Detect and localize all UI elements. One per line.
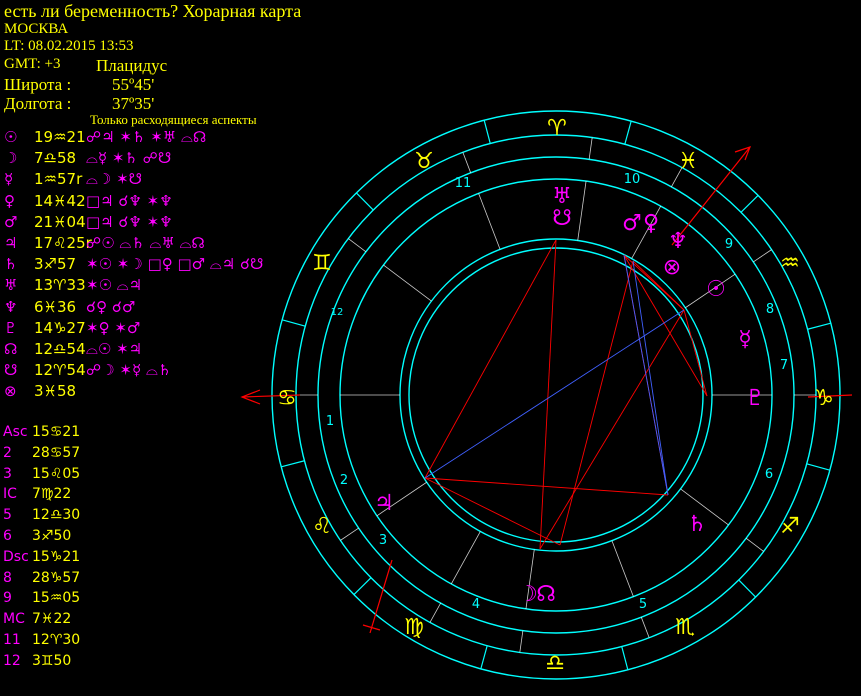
house-number: 6 bbox=[765, 467, 773, 482]
house-cusp-outer bbox=[348, 238, 367, 253]
zodiac-sign-glyph: ♎ bbox=[545, 651, 565, 676]
sign-boundary bbox=[807, 322, 831, 330]
sign-boundary bbox=[480, 645, 488, 670]
zodiac-sign-glyph: ♊ bbox=[312, 251, 332, 276]
aspect-line bbox=[632, 260, 669, 496]
zodiac-sign-glyph: ♐ bbox=[780, 514, 800, 539]
house-cusp-inner bbox=[577, 181, 587, 241]
sign-boundary bbox=[806, 463, 831, 471]
house-number: 5 bbox=[639, 597, 647, 612]
aspect-line bbox=[623, 254, 669, 496]
aspect-line bbox=[424, 239, 557, 479]
sign-boundary bbox=[483, 120, 491, 144]
aspect-line bbox=[559, 260, 634, 546]
zodiac-sign-glyph: ♍ bbox=[404, 615, 424, 640]
house-number: 2 bbox=[340, 473, 348, 488]
house-number: 9 bbox=[725, 237, 733, 252]
sign-boundary bbox=[281, 460, 305, 468]
wheel-planet-glyph: ☊ bbox=[536, 582, 556, 607]
wheel-planet-glyph: ☿ bbox=[738, 327, 752, 352]
house-cusp-inner bbox=[450, 531, 481, 585]
zodiac-sign-glyph: ♋ bbox=[277, 386, 297, 411]
aspect-line bbox=[424, 477, 561, 546]
wheel-planet-glyph: ☽ bbox=[518, 582, 538, 607]
sign-boundary bbox=[624, 120, 632, 145]
house-cusp-outer bbox=[429, 602, 441, 623]
zodiac-sign-glyph: ♏ bbox=[675, 615, 695, 640]
zodiac-sign-glyph: ♉ bbox=[414, 149, 434, 174]
wheel-planet-glyph: ♀ bbox=[643, 211, 659, 236]
wheel-planet-glyph: ♆ bbox=[668, 229, 688, 254]
house-cusp-inner bbox=[611, 540, 634, 597]
aspect-line bbox=[683, 309, 708, 397]
wheel-ring-5 bbox=[399, 238, 713, 552]
zodiac-sign-glyph: ♌ bbox=[312, 514, 332, 539]
house-number: 3 bbox=[379, 533, 387, 548]
ic-axis bbox=[369, 559, 393, 634]
house-cusp-outer bbox=[640, 617, 650, 638]
house-number: 8 bbox=[766, 302, 774, 317]
wheel-planet-glyph: ♄ bbox=[687, 512, 707, 537]
house-number: 12 bbox=[331, 307, 344, 318]
house-number: 1 bbox=[326, 414, 334, 429]
house-number: 7 bbox=[780, 358, 788, 373]
house-cusp-inner bbox=[383, 264, 432, 302]
wheel-ring-6 bbox=[408, 247, 704, 543]
zodiac-sign-glyph: ♑ bbox=[814, 386, 834, 411]
house-cusp-outer bbox=[340, 527, 359, 541]
house-cusp-outer bbox=[462, 152, 472, 173]
house-number: 11 bbox=[455, 176, 472, 191]
wheel-planet-glyph: ♂ bbox=[622, 211, 642, 236]
sign-boundary bbox=[621, 646, 629, 670]
zodiac-sign-glyph: ♓ bbox=[678, 149, 698, 174]
sign-boundary bbox=[281, 319, 306, 327]
sign-boundary bbox=[738, 579, 757, 598]
aspect-line bbox=[424, 477, 669, 496]
house-cusp-outer bbox=[588, 137, 593, 160]
sign-boundary bbox=[355, 192, 374, 211]
wheel-planet-glyph: ⊗ bbox=[663, 255, 681, 280]
wheel-planet-glyph: ☉ bbox=[706, 277, 726, 302]
house-cusp-outer bbox=[745, 537, 764, 552]
zodiac-sign-glyph: ♈ bbox=[547, 116, 567, 141]
sign-boundary bbox=[353, 577, 372, 596]
house-number: 4 bbox=[472, 597, 480, 612]
house-cusp-outer bbox=[519, 630, 524, 653]
wheel-planet-glyph: ☋ bbox=[552, 206, 572, 231]
aspect-line bbox=[539, 309, 685, 550]
house-cusp-outer bbox=[753, 249, 772, 263]
wheel-planet-glyph: ♃ bbox=[374, 491, 394, 516]
natal-wheel: ♈♉♊♋♌♍♎♏♐♑♒♓ 1234 56789101112 ♅☋ ♂ ♀♆⊗☉☿♇♄☽… bbox=[240, 110, 853, 680]
zodiac-sign-glyph: ♒ bbox=[780, 251, 800, 276]
aspect-line bbox=[424, 309, 685, 479]
wheel-planet-glyph: ♇ bbox=[745, 386, 765, 411]
house-cusp-inner bbox=[478, 193, 501, 250]
sign-boundary bbox=[740, 194, 759, 213]
house-number: 10 bbox=[624, 172, 641, 187]
